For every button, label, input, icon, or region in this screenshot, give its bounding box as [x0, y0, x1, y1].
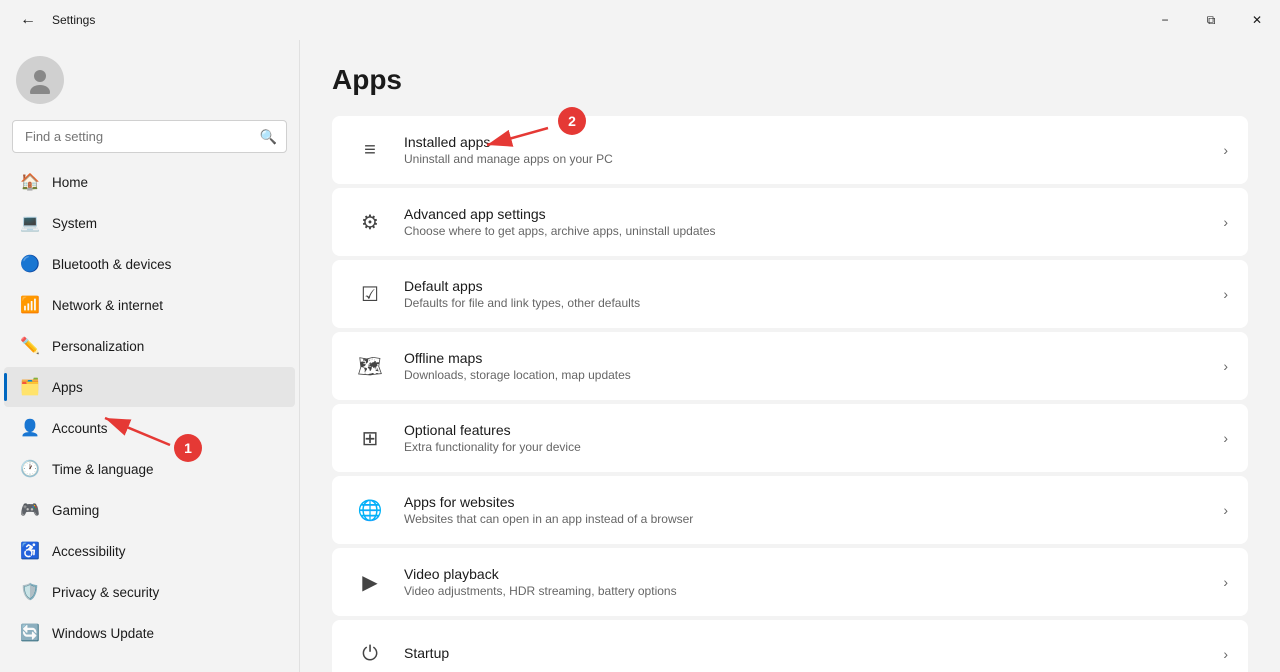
settings-item-offline-maps[interactable]: 🗺 Offline maps Downloads, storage location…	[332, 332, 1248, 400]
sidebar-item-label-personalization: Personalization	[52, 339, 144, 354]
video-playback-title: Video playback	[404, 566, 1207, 582]
offline-maps-desc: Downloads, storage location, map updates	[404, 368, 1207, 382]
bluetooth-nav-icon: 🔵	[20, 254, 40, 274]
settings-item-default-apps[interactable]: ☑ Default apps Defaults for file and link …	[332, 260, 1248, 328]
sidebar-item-label-accounts: Accounts	[52, 421, 108, 436]
titlebar-left: ← Settings	[12, 7, 95, 33]
default-apps-desc: Defaults for file and link types, other …	[404, 296, 1207, 310]
gaming-nav-icon: 🎮	[20, 500, 40, 520]
update-nav-icon: 🔄	[20, 623, 40, 643]
main-content: Apps ≡ Installed apps Uninstall and manage…	[300, 40, 1280, 672]
settings-item-video-playback[interactable]: ▶ Video playback Video adjustments, HDR st…	[332, 548, 1248, 616]
sidebar-item-accessibility[interactable]: ♿ Accessibility	[4, 531, 295, 571]
sidebar-item-time[interactable]: 🕐 Time & language	[4, 449, 295, 489]
optional-features-icon: ⊞	[352, 420, 388, 456]
startup-chevron-icon: ›	[1223, 646, 1228, 662]
settings-item-advanced-app-settings[interactable]: ⚙ Advanced app settings Choose where to ge…	[332, 188, 1248, 256]
page-title: Apps	[332, 64, 1248, 96]
video-playback-icon: ▶	[352, 564, 388, 600]
home-nav-icon: 🏠	[20, 172, 40, 192]
sidebar-item-personalization[interactable]: ✏️ Personalization	[4, 326, 295, 366]
accessibility-nav-icon: ♿	[20, 541, 40, 561]
video-playback-desc: Video adjustments, HDR streaming, batter…	[404, 584, 1207, 598]
sidebar-item-label-accessibility: Accessibility	[52, 544, 126, 559]
advanced-app-settings-icon: ⚙	[352, 204, 388, 240]
apps-for-websites-icon: 🌐	[352, 492, 388, 528]
sidebar-item-bluetooth[interactable]: 🔵 Bluetooth & devices	[4, 244, 295, 284]
apps-nav-icon: 🗂️	[20, 377, 40, 397]
settings-item-optional-features[interactable]: ⊞ Optional features Extra functionality fo…	[332, 404, 1248, 472]
search-input[interactable]	[12, 120, 287, 153]
advanced-app-settings-title: Advanced app settings	[404, 206, 1207, 222]
settings-item-startup[interactable]: ⏻ Startup ›	[332, 620, 1248, 672]
apps-for-websites-chevron-icon: ›	[1223, 502, 1228, 518]
optional-features-desc: Extra functionality for your device	[404, 440, 1207, 454]
time-nav-icon: 🕐	[20, 459, 40, 479]
default-apps-chevron-icon: ›	[1223, 286, 1228, 302]
optional-features-title: Optional features	[404, 422, 1207, 438]
apps-for-websites-desc: Websites that can open in an app instead…	[404, 512, 1207, 526]
offline-maps-title: Offline maps	[404, 350, 1207, 366]
sidebar-item-update[interactable]: 🔄 Windows Update	[4, 613, 295, 653]
network-nav-icon: 📶	[20, 295, 40, 315]
installed-apps-desc: Uninstall and manage apps on your PC	[404, 152, 1207, 166]
search-icon: 🔍	[260, 128, 277, 145]
startup-title: Startup	[404, 645, 1207, 661]
sidebar-item-network[interactable]: 📶 Network & internet	[4, 285, 295, 325]
sidebar-item-label-update: Windows Update	[52, 626, 154, 641]
restore-button[interactable]: ⧉	[1188, 0, 1234, 40]
sidebar-item-privacy[interactable]: 🛡️ Privacy & security	[4, 572, 295, 612]
installed-apps-title: Installed apps	[404, 134, 1207, 150]
settings-item-apps-for-websites[interactable]: 🌐 Apps for websites Websites that can open…	[332, 476, 1248, 544]
settings-item-installed-apps[interactable]: ≡ Installed apps Uninstall and manage apps…	[332, 116, 1248, 184]
installed-apps-chevron-icon: ›	[1223, 142, 1228, 158]
minimize-button[interactable]: −	[1142, 0, 1188, 40]
sidebar-item-label-time: Time & language	[52, 462, 154, 477]
optional-features-chevron-icon: ›	[1223, 430, 1228, 446]
avatar	[16, 56, 64, 104]
default-apps-title: Default apps	[404, 278, 1207, 294]
titlebar-title: Settings	[52, 13, 95, 27]
sidebar-item-apps[interactable]: 🗂️ Apps	[4, 367, 295, 407]
sidebar-item-home[interactable]: 🏠 Home	[4, 162, 295, 202]
back-button[interactable]: ←	[12, 7, 44, 33]
sidebar-item-label-gaming: Gaming	[52, 503, 99, 518]
sidebar-item-label-system: System	[52, 216, 97, 231]
offline-maps-icon: 🗺	[352, 348, 388, 384]
startup-icon: ⏻	[352, 636, 388, 672]
settings-list: ≡ Installed apps Uninstall and manage apps…	[332, 116, 1248, 672]
sidebar-item-label-privacy: Privacy & security	[52, 585, 159, 600]
privacy-nav-icon: 🛡️	[20, 582, 40, 602]
titlebar-controls: − ⧉ ✕	[1142, 0, 1280, 40]
sidebar-nav: 🏠 Home 💻 System 🔵 Bluetooth & devices 📶 Network…	[0, 161, 299, 672]
personalization-nav-icon: ✏️	[20, 336, 40, 356]
video-playback-chevron-icon: ›	[1223, 574, 1228, 590]
sidebar-item-label-home: Home	[52, 175, 88, 190]
close-button[interactable]: ✕	[1234, 0, 1280, 40]
default-apps-icon: ☑	[352, 276, 388, 312]
sidebar-user	[0, 40, 299, 116]
advanced-app-settings-desc: Choose where to get apps, archive apps, …	[404, 224, 1207, 238]
advanced-app-settings-chevron-icon: ›	[1223, 214, 1228, 230]
sidebar-item-label-apps: Apps	[52, 380, 83, 395]
sidebar-item-label-bluetooth: Bluetooth & devices	[52, 257, 171, 272]
sidebar-item-gaming[interactable]: 🎮 Gaming	[4, 490, 295, 530]
sidebar-item-accounts[interactable]: 👤 Accounts	[4, 408, 295, 448]
apps-for-websites-title: Apps for websites	[404, 494, 1207, 510]
accounts-nav-icon: 👤	[20, 418, 40, 438]
offline-maps-chevron-icon: ›	[1223, 358, 1228, 374]
sidebar-item-label-network: Network & internet	[52, 298, 163, 313]
installed-apps-icon: ≡	[352, 132, 388, 168]
search-box: 🔍	[12, 120, 287, 153]
app-body: 🔍 🏠 Home 💻 System 🔵 Bluetooth & devices 📶 Netwo…	[0, 40, 1280, 672]
titlebar: ← Settings − ⧉ ✕	[0, 0, 1280, 40]
sidebar: 🔍 🏠 Home 💻 System 🔵 Bluetooth & devices 📶 Netwo…	[0, 40, 300, 672]
system-nav-icon: 💻	[20, 213, 40, 233]
sidebar-item-system[interactable]: 💻 System	[4, 203, 295, 243]
